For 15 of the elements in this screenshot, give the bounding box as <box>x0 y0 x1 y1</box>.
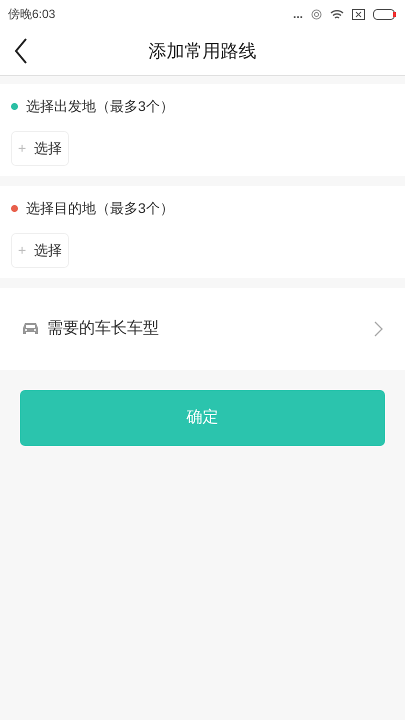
back-button[interactable] <box>14 38 28 64</box>
section-label: 选择出发地（最多3个） <box>26 97 174 116</box>
select-button[interactable]: + 选择 <box>11 131 70 166</box>
status-time: 傍晚6:03 <box>8 6 56 23</box>
wifi-icon <box>330 8 344 20</box>
select-button[interactable]: + 选择 <box>11 233 70 268</box>
hotspot-icon <box>311 8 322 20</box>
chevron-right-icon <box>374 321 383 337</box>
car-icon <box>22 322 39 336</box>
status-dots: ... <box>292 6 303 23</box>
vehicle-type-label[interactable]: 需要的车长车型 <box>47 317 159 341</box>
page-title: 添加常用路线 <box>148 40 256 63</box>
battery-icon <box>373 8 397 20</box>
sim-icon <box>352 8 365 20</box>
section-label: 选择目的地（最多3个） <box>26 199 174 218</box>
